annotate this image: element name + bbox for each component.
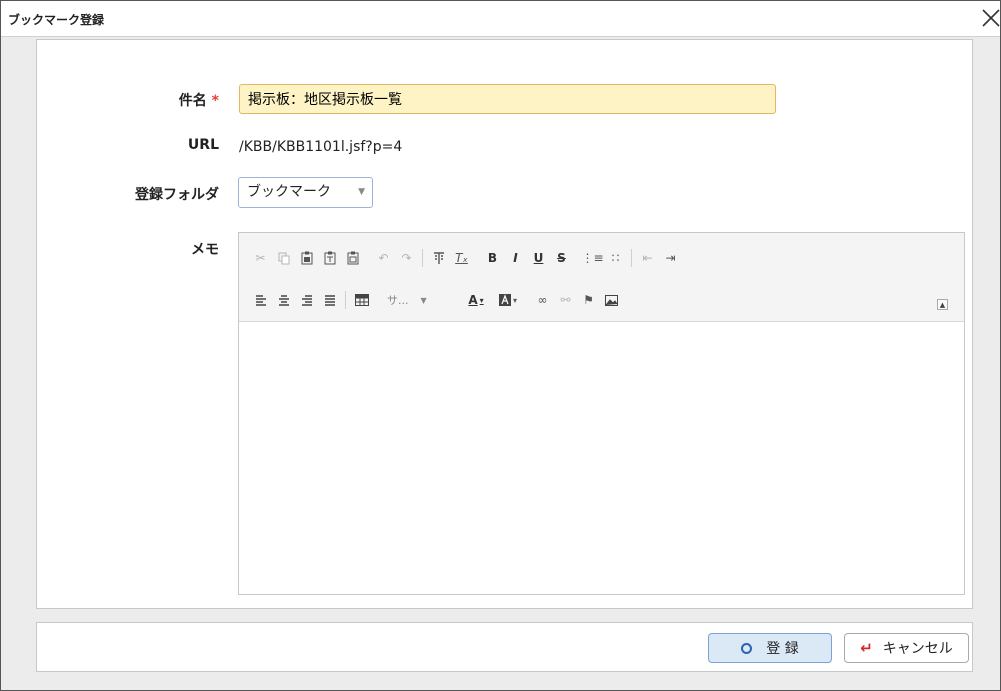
subject-label-text: 件名 [178, 93, 207, 109]
align-right-icon[interactable] [295, 288, 318, 312]
url-label: URL [187, 137, 219, 153]
chevron-down-icon: ▼ [420, 295, 427, 305]
toolbar-separator [345, 291, 346, 309]
subject-label: 件名 * [39, 90, 219, 110]
paste-word-icon[interactable] [341, 246, 364, 270]
list-group: ⋮≡ ∷ ⇤ ⇥ [581, 245, 682, 271]
toolbar-separator [631, 249, 632, 267]
underline-icon[interactable]: U [527, 246, 550, 270]
insert-group: ∞ ⚯ ⚑ [531, 287, 623, 313]
history-group: ↶ ↷ Tₓ [372, 245, 473, 271]
strikethrough-icon[interactable]: S [550, 246, 573, 270]
dialog-title: ブックマーク登録 [8, 13, 105, 27]
folder-label: 登録フォルダ [135, 187, 219, 203]
format-painter-icon[interactable] [427, 246, 450, 270]
folder-select-value: ブックマーク [247, 184, 331, 200]
italic-icon[interactable]: I [504, 246, 527, 270]
bookmark-dialog: ブックマーク登録 件名 * URL /KBB/KBB1101l.jsf?p=4 … [0, 0, 1001, 691]
align-group [249, 287, 373, 313]
indent-icon[interactable]: ⇥ [659, 246, 682, 270]
url-value: /KBB/KBB1101l.jsf?p=4 [239, 139, 403, 155]
font-size-select-value: サ... [387, 294, 409, 307]
memo-editor[interactable]: ✂ ↶ ↷ Tₓ B I U S ⋮≡ ∷ ⇤ ⇥ サ... ▼ A ▾ ▾ ∞… [238, 232, 965, 595]
collapse-toolbar-icon[interactable]: ▲ [937, 299, 948, 310]
justify-icon[interactable] [318, 288, 341, 312]
cancel-button-label: キャンセル [882, 641, 953, 657]
table-icon[interactable] [350, 288, 373, 312]
paste-icon[interactable] [295, 246, 318, 270]
anchor-flag-icon[interactable]: ⚑ [577, 288, 600, 312]
dialog-footer: 登 録 ↵ キャンセル [36, 622, 973, 672]
copy-icon[interactable] [272, 246, 295, 270]
numbered-list-icon[interactable]: ⋮≡ [581, 246, 604, 270]
required-mark: * [211, 93, 219, 109]
register-button[interactable]: 登 録 [708, 633, 832, 663]
toolbar-row-2: サ... ▼ A ▾ ▾ ∞ ⚯ ⚑ [249, 287, 631, 313]
return-arrow-icon: ↵ [860, 639, 873, 657]
toolbar-separator [422, 249, 423, 267]
font-size-select[interactable]: サ... ▼ [381, 288, 451, 312]
outdent-icon[interactable]: ⇤ [636, 246, 659, 270]
clipboard-group: ✂ [249, 245, 364, 271]
color-group: A ▾ ▾ [459, 287, 523, 313]
text-color-icon[interactable]: A ▾ [459, 288, 493, 312]
cancel-button[interactable]: ↵ キャンセル [844, 633, 969, 663]
background-color-icon[interactable]: ▾ [493, 288, 523, 312]
paste-text-icon[interactable] [318, 246, 341, 270]
align-left-icon[interactable] [249, 288, 272, 312]
bold-icon[interactable]: B [481, 246, 504, 270]
folder-select[interactable]: ブックマーク ▼ [238, 177, 373, 208]
text-style-group: B I U S [481, 245, 573, 271]
close-icon[interactable] [978, 5, 1001, 31]
register-button-label: 登 録 [766, 641, 799, 657]
form-panel: 件名 * URL /KBB/KBB1101l.jsf?p=4 登録フォルダ ブッ… [36, 39, 973, 609]
memo-label: メモ [191, 242, 219, 258]
toolbar-row-1: ✂ ↶ ↷ Tₓ B I U S ⋮≡ ∷ ⇤ ⇥ [249, 245, 690, 271]
editor-toolbar: ✂ ↶ ↷ Tₓ B I U S ⋮≡ ∷ ⇤ ⇥ サ... ▼ A ▾ ▾ ∞… [239, 233, 964, 322]
align-center-icon[interactable] [272, 288, 295, 312]
cut-icon[interactable]: ✂ [249, 246, 272, 270]
subject-input[interactable] [239, 84, 776, 114]
undo-icon[interactable]: ↶ [372, 246, 395, 270]
image-icon[interactable] [600, 288, 623, 312]
remove-format-icon[interactable]: Tₓ [450, 246, 473, 270]
bulleted-list-icon[interactable]: ∷ [604, 246, 627, 270]
chevron-down-icon: ▼ [358, 187, 365, 197]
link-icon[interactable]: ∞ [531, 288, 554, 312]
redo-icon[interactable]: ↷ [395, 246, 418, 270]
unlink-icon[interactable]: ⚯ [554, 288, 577, 312]
dialog-titlebar: ブックマーク登録 [1, 1, 1000, 37]
circle-icon [741, 642, 753, 654]
style-group: サ... ▼ [381, 287, 451, 313]
